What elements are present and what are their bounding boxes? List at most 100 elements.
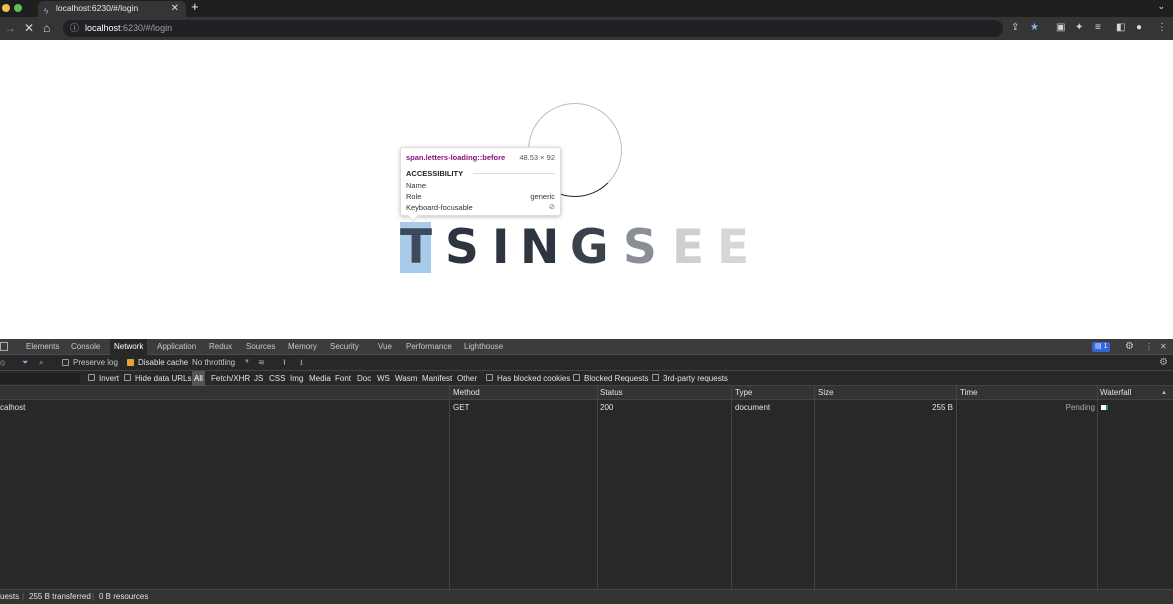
loading-letter: T	[400, 220, 433, 275]
tab-memory[interactable]: Memory	[288, 339, 317, 355]
column-divider[interactable]	[814, 386, 815, 589]
column-divider[interactable]	[1097, 386, 1098, 589]
tab-lighthouse[interactable]: Lighthouse	[464, 339, 503, 355]
column-header-method[interactable]: Method	[453, 386, 480, 400]
tab-vue[interactable]: Vue	[378, 339, 392, 355]
close-devtools-icon[interactable]: ✕	[1160, 339, 1167, 355]
column-divider[interactable]	[731, 386, 732, 589]
column-header-status[interactable]: Status	[600, 386, 623, 400]
tab-close-icon[interactable]: ✕	[171, 1, 179, 16]
not-focusable-icon: ⊘	[548, 202, 555, 211]
sort-ascending-icon[interactable]: ▲	[1161, 386, 1167, 400]
column-header-size[interactable]: Size	[818, 386, 834, 400]
request-type: document	[735, 403, 771, 412]
issues-badge[interactable]: ▤ 1	[1092, 342, 1111, 352]
more-options-icon[interactable]: ⋮	[1145, 339, 1153, 355]
table-row[interactable]: calhost GET 200 document 255 B Pending	[0, 401, 1173, 414]
zoom-window-button[interactable]	[14, 4, 22, 12]
export-har-icon[interactable]: ⭳	[300, 355, 303, 370]
loading-letter: N	[520, 220, 560, 275]
loading-letter: E	[717, 220, 750, 275]
invert-label: Invert	[99, 374, 120, 383]
transferred-size: 255 B transferred	[29, 592, 91, 601]
filter-icon[interactable]: ⏷	[22, 355, 28, 370]
network-status-bar: uests | 255 B transferred | 0 B resource…	[0, 589, 1173, 604]
tab-redux[interactable]: Redux	[209, 339, 232, 355]
import-har-icon[interactable]: ⭱	[283, 355, 286, 370]
forward-icon[interactable]: →	[4, 20, 16, 36]
site-info-icon[interactable]: ⓘ	[70, 20, 79, 37]
extensions-puzzle-icon[interactable]: ✦	[1075, 21, 1083, 35]
tab-network[interactable]: Network	[110, 339, 148, 355]
profile-icon[interactable]: ●	[1136, 21, 1142, 35]
requests-count: uests	[0, 592, 20, 601]
tab-elements[interactable]: Elements	[26, 339, 59, 355]
tab-sources[interactable]: Sources	[246, 339, 275, 355]
third-party-checkbox[interactable]	[652, 374, 659, 381]
home-icon[interactable]: ⌂	[43, 20, 50, 36]
has-blocked-cookies-checkbox[interactable]	[486, 374, 493, 381]
filter-type-img[interactable]: Img	[290, 371, 303, 386]
clear-icon[interactable]: ⦸	[0, 355, 5, 370]
column-header-waterfall[interactable]: Waterfall	[1100, 386, 1131, 400]
issues-icon: ▤	[1095, 343, 1104, 350]
tab-console[interactable]: Console	[71, 339, 100, 355]
tooltip-row-value: generic	[530, 192, 555, 201]
tab-application[interactable]: Application	[157, 339, 196, 355]
request-method: GET	[453, 403, 470, 412]
new-tab-button[interactable]: +	[191, 0, 199, 14]
address-bar[interactable]: ⓘ localhost:6230/#/login	[63, 20, 1003, 37]
blocked-requests-label: Blocked Requests	[584, 374, 649, 383]
tooltip-row-key: Name	[406, 181, 427, 190]
filter-type-font[interactable]: Font	[335, 371, 351, 386]
hide-data-urls-checkbox[interactable]	[124, 374, 131, 381]
stop-loading-icon[interactable]: ✕	[24, 20, 34, 36]
filter-type-wasm[interactable]: Wasm	[395, 371, 417, 386]
filter-type-fetch-xhr[interactable]: Fetch/XHR	[211, 371, 250, 386]
devtools-panel: Elements Console Network Application Red…	[0, 339, 1173, 604]
has-blocked-cookies-label: Has blocked cookies	[497, 374, 571, 383]
filter-type-ws[interactable]: WS	[377, 371, 390, 386]
bookmark-star-icon[interactable]: ★	[1030, 21, 1039, 35]
column-divider[interactable]	[597, 386, 598, 589]
extension-icon[interactable]: ▣	[1056, 21, 1065, 35]
blocked-requests-checkbox[interactable]	[573, 374, 580, 381]
share-icon[interactable]: ⇪	[1011, 21, 1019, 35]
settings-icon[interactable]: ⚙	[1125, 339, 1134, 355]
filter-type-all[interactable]: All	[192, 371, 205, 386]
column-divider[interactable]	[956, 386, 957, 589]
invert-checkbox[interactable]	[88, 374, 95, 381]
minimize-window-button[interactable]	[2, 4, 10, 12]
filter-type-manifest[interactable]: Manifest	[422, 371, 452, 386]
filter-type-media[interactable]: Media	[309, 371, 331, 386]
issues-count: 1	[1103, 343, 1108, 350]
search-icon[interactable]: ⌕	[39, 355, 43, 370]
inspect-element-icon[interactable]	[0, 342, 8, 351]
disable-cache-label: Disable cache	[138, 358, 189, 367]
inspect-tooltip: span.letters-loading::before 48.53 × 92 …	[400, 147, 561, 222]
url-path: :6230/#/login	[120, 23, 173, 33]
column-header-time[interactable]: Time	[960, 386, 977, 400]
network-settings-icon[interactable]: ⚙	[1159, 355, 1168, 370]
tab-strip: ϟ localhost:6230/#/login ✕ + ⌄	[0, 0, 1173, 17]
throttling-select[interactable]: No throttling	[192, 355, 235, 370]
tab-security[interactable]: Security	[330, 339, 359, 355]
filter-input[interactable]	[0, 373, 80, 384]
tooltip-section-heading: ACCESSIBILITY	[406, 169, 464, 178]
waterfall-bar-receiving	[1106, 405, 1108, 410]
filter-type-css[interactable]: CSS	[269, 371, 285, 386]
filter-type-doc[interactable]: Doc	[357, 371, 371, 386]
tab-search-icon[interactable]: ⌄	[1157, 1, 1165, 12]
column-divider[interactable]	[449, 386, 450, 589]
filter-type-js[interactable]: JS	[254, 371, 263, 386]
browser-tab[interactable]: ϟ localhost:6230/#/login ✕	[38, 1, 186, 17]
tab-performance[interactable]: Performance	[406, 339, 452, 355]
column-header-type[interactable]: Type	[735, 386, 752, 400]
reading-list-icon[interactable]: ≡	[1095, 21, 1101, 35]
disable-cache-checkbox[interactable]	[127, 359, 134, 366]
preserve-log-checkbox[interactable]	[62, 359, 69, 366]
filter-type-other[interactable]: Other	[457, 371, 477, 386]
network-conditions-icon[interactable]: ≋	[258, 355, 265, 370]
side-panel-icon[interactable]: ◧	[1116, 21, 1125, 35]
browser-menu-icon[interactable]: ⋮	[1157, 21, 1167, 35]
